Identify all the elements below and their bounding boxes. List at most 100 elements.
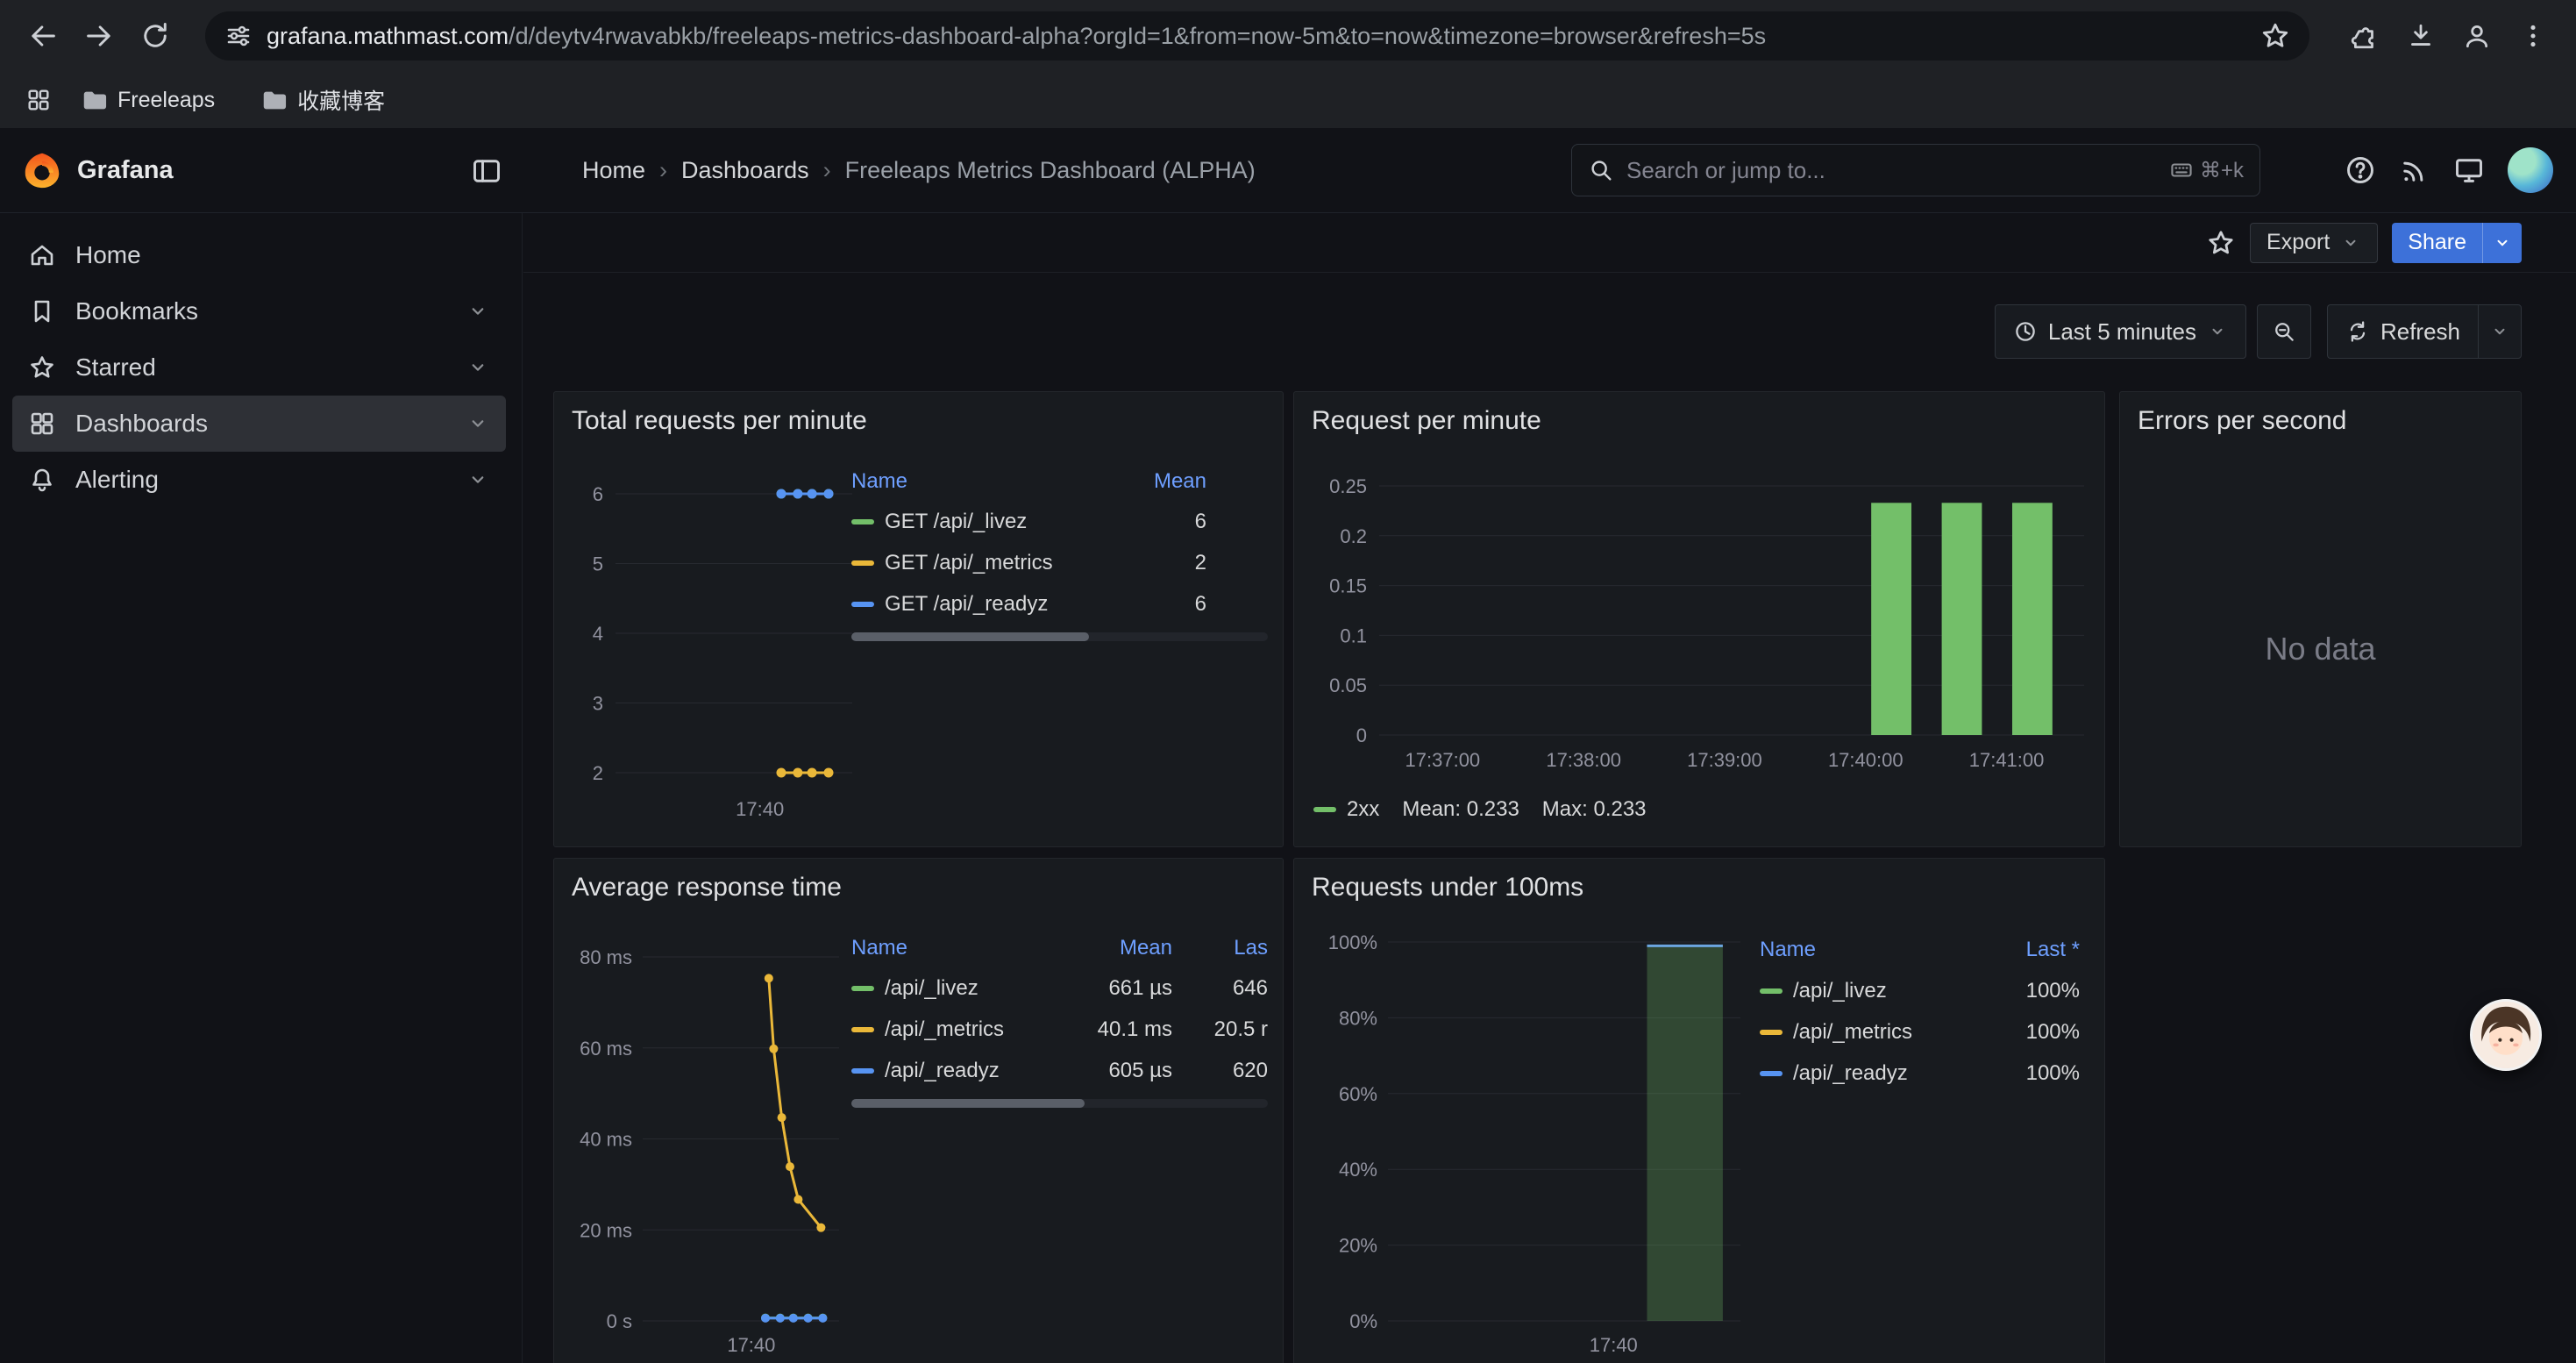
chevron-down-icon[interactable] — [466, 467, 490, 492]
sidebar-toggle[interactable] — [465, 149, 509, 193]
sidebar-item-alerting[interactable]: Alerting — [12, 452, 506, 508]
search-input[interactable] — [1626, 157, 2158, 184]
legend-scrollbar[interactable] — [851, 632, 1268, 641]
legend-col-name[interactable]: Name — [1760, 938, 1983, 962]
chevron-down-icon[interactable] — [466, 299, 490, 324]
svg-text:100%: 100% — [1328, 933, 1377, 953]
export-button[interactable]: Export — [2250, 223, 2378, 263]
scrollbar-thumb[interactable] — [851, 1099, 1085, 1108]
user-avatar[interactable] — [2508, 147, 2553, 193]
legend-value: 40.1 ms — [1041, 1017, 1172, 1042]
news-button[interactable] — [2399, 154, 2430, 186]
dashboard-actions-bar: Export Share — [523, 213, 2576, 273]
bookmark-star-icon[interactable] — [2260, 21, 2290, 51]
svg-text:20%: 20% — [1339, 1235, 1377, 1257]
legend-scrollbar[interactable] — [851, 1099, 1268, 1108]
legend-col-last[interactable]: Last * — [1983, 938, 2080, 962]
sidebar-item-label: Alerting — [75, 466, 446, 494]
chevron-down-icon[interactable] — [466, 355, 490, 380]
legend-series-toggle[interactable]: /api/_metrics — [851, 1017, 1028, 1042]
breadcrumb-dashboards[interactable]: Dashboards — [681, 157, 809, 184]
legend-row: GET /api/_metrics 2 — [851, 542, 1268, 583]
legend-row: /api/_readyz 100% — [1760, 1053, 2080, 1094]
legend-series-toggle[interactable]: /api/_livez — [1760, 979, 1983, 1003]
chevron-down-icon — [2492, 232, 2513, 253]
legend-series-toggle[interactable]: GET /api/_livez — [851, 510, 1075, 534]
browser-toolbar: grafana.mathmast.com/d/deytv4rwavabkb/fr… — [0, 0, 2576, 72]
zoom-out-button[interactable] — [2257, 304, 2311, 359]
svg-text:0.05: 0.05 — [1329, 674, 1367, 696]
assistant-avatar[interactable] — [2470, 999, 2542, 1071]
time-range-label: Last 5 minutes — [2048, 318, 2196, 346]
average-response-time-chart[interactable]: 80 ms60 ms40 ms20 ms0 s17:40 — [554, 933, 854, 1363]
kiosk-mode-button[interactable] — [2453, 154, 2485, 186]
sidebar-item-dashboards[interactable]: Dashboards — [12, 396, 506, 452]
legend-series-toggle[interactable]: GET /api/_readyz — [851, 592, 1075, 617]
legend-series-toggle[interactable]: /api/_livez — [851, 976, 1028, 1001]
series-color-chip — [851, 1027, 874, 1032]
legend-series-toggle[interactable]: /api/_metrics — [1760, 1020, 1983, 1045]
browser-menu-button[interactable] — [2508, 11, 2558, 61]
breadcrumb-home[interactable]: Home — [582, 157, 645, 184]
bookmark-icon — [28, 297, 56, 325]
legend-series-toggle[interactable]: /api/_readyz — [1760, 1061, 1983, 1086]
sidebar-item-bookmarks[interactable]: Bookmarks — [12, 283, 506, 339]
application-window: grafana.mathmast.com/d/deytv4rwavabkb/fr… — [0, 0, 2576, 1363]
downloads-button[interactable] — [2395, 11, 2446, 61]
profile-button[interactable] — [2451, 11, 2502, 61]
legend-series-toggle[interactable]: /api/_readyz — [851, 1059, 1028, 1083]
reload-button[interactable] — [130, 11, 181, 61]
refresh-interval-dropdown[interactable] — [2478, 304, 2522, 359]
legend-col-name[interactable]: Name — [851, 936, 1028, 960]
sidebar-item-home[interactable]: Home — [12, 227, 506, 283]
avatar-illustration — [2473, 1002, 2539, 1068]
panel-title[interactable]: Errors per second — [2138, 406, 2346, 436]
scrollbar-thumb[interactable] — [851, 632, 1089, 641]
share-dropdown-button[interactable] — [2482, 223, 2522, 263]
favorite-dashboard-button[interactable] — [2206, 228, 2236, 258]
svg-text:17:40: 17:40 — [727, 1334, 775, 1356]
home-icon — [28, 241, 56, 269]
legend-series-toggle[interactable]: GET /api/_metrics — [851, 551, 1075, 575]
back-button[interactable] — [18, 11, 68, 61]
site-settings-icon[interactable] — [224, 22, 253, 50]
bookmark-item[interactable]: 收藏博客 — [250, 79, 395, 121]
share-button[interactable]: Share — [2392, 223, 2482, 263]
bookmarks-bar: Freeleaps 收藏博客 — [0, 72, 2576, 128]
legend-value: 6 — [1075, 510, 1206, 534]
refresh-button[interactable]: Refresh — [2327, 304, 2478, 359]
legend-col-name[interactable]: Name — [851, 469, 1075, 494]
bookmark-item[interactable]: Freeleaps — [70, 82, 225, 118]
requests-under-100ms-chart[interactable]: 100%80%60%40%20%0%17:40 — [1294, 933, 1785, 1363]
extensions-button[interactable] — [2339, 11, 2390, 61]
chevron-down-icon[interactable] — [466, 411, 490, 436]
legend-series-toggle[interactable]: 2xx — [1313, 797, 1379, 822]
legend-row: /api/_livez 661 µs 646 — [851, 967, 1268, 1009]
address-bar[interactable]: grafana.mathmast.com/d/deytv4rwavabkb/fr… — [205, 11, 2309, 61]
legend-col-mean[interactable]: Mean — [1041, 936, 1172, 960]
sidebar-item-starred[interactable]: Starred — [12, 339, 506, 396]
series-color-chip — [851, 519, 874, 525]
brand[interactable]: Grafana — [23, 128, 174, 212]
time-range-picker[interactable]: Last 5 minutes — [1995, 304, 2246, 359]
legend-value: 620 — [1185, 1059, 1268, 1083]
dashboards-icon — [28, 410, 56, 438]
total-requests-chart[interactable]: 6543217:40 — [563, 469, 863, 846]
svg-text:40%: 40% — [1339, 1159, 1377, 1181]
forward-button[interactable] — [74, 11, 125, 61]
tab-groups-button[interactable] — [19, 81, 58, 119]
legend-col-last[interactable]: Las — [1185, 936, 1268, 960]
breadcrumb-current: Freeleaps Metrics Dashboard (ALPHA) — [845, 157, 1256, 184]
svg-text:60%: 60% — [1339, 1083, 1377, 1105]
panel-title[interactable]: Requests under 100ms — [1312, 873, 1583, 903]
url-text[interactable]: grafana.mathmast.com/d/deytv4rwavabkb/fr… — [267, 23, 2246, 50]
panel-title[interactable]: Average response time — [572, 873, 842, 903]
help-button[interactable] — [2345, 154, 2376, 186]
svg-text:20 ms: 20 ms — [580, 1219, 632, 1241]
panel-title[interactable]: Total requests per minute — [572, 406, 867, 436]
search-box[interactable]: ⌘+k — [1571, 144, 2260, 196]
legend-col-mean[interactable]: Mean — [1075, 469, 1206, 494]
panel-title[interactable]: Request per minute — [1312, 406, 1541, 436]
svg-text:60 ms: 60 ms — [580, 1038, 632, 1060]
request-per-minute-chart[interactable]: 00.050.10.150.20.2517:37:0017:38:0017:39… — [1294, 467, 2106, 791]
